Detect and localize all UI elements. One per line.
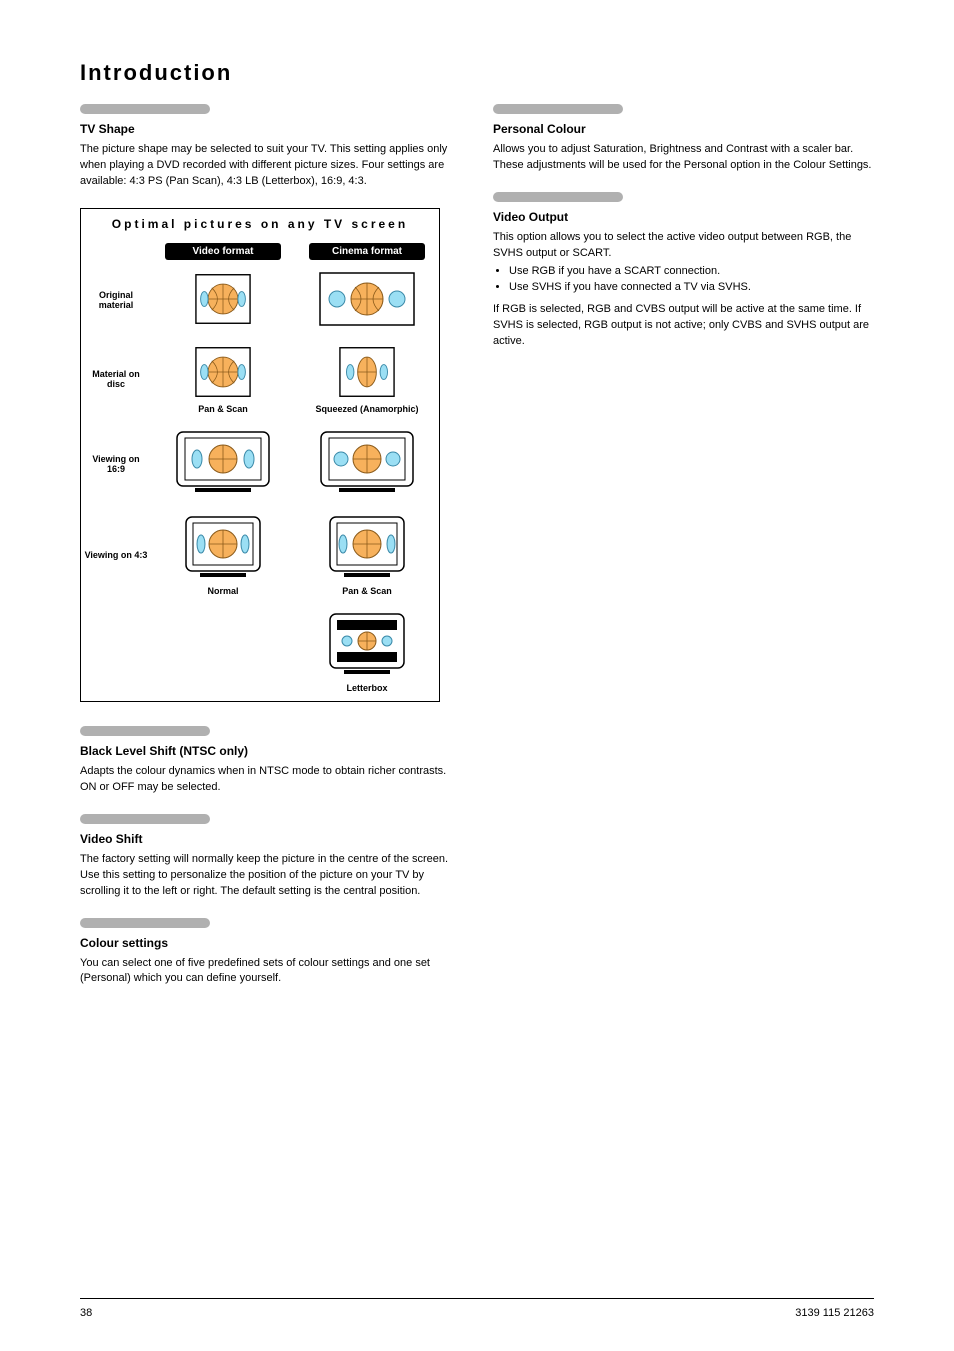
section-bar [80, 814, 210, 824]
cell-43-cinema-letterbox: Letterbox [295, 604, 439, 701]
list-item: Use RGB if you have a SCART connection. [509, 264, 874, 280]
row-label-original: Original material [81, 284, 151, 318]
cell-169-cinema [295, 422, 439, 507]
section-bar [80, 918, 210, 928]
section-bar [493, 104, 623, 114]
section-heading-black-level: Black Level Shift (NTSC only) [80, 744, 461, 758]
col-header-video: Video format [165, 243, 281, 260]
left-column: TV Shape The picture shape may be select… [80, 104, 461, 1005]
page-footer: 38 3139 115 21263 [80, 1298, 874, 1319]
section-heading-video-output: Video Output [493, 210, 874, 224]
page-number: 38 [80, 1307, 92, 1319]
body-text: This option allows you to select the act… [493, 231, 851, 259]
section-body: Adapts the colour dynamics when in NTSC … [80, 764, 461, 796]
caption-squeezed: Squeezed (Anamorphic) [299, 404, 435, 414]
manual-page: Introduction TV Shape The picture shape … [0, 0, 954, 1351]
section-body: You can select one of five predefined se… [80, 956, 461, 988]
diagram-title: Optimal pictures on any TV screen [81, 209, 439, 239]
cell-169-video [151, 422, 295, 507]
section-heading-colour-settings: Colour settings [80, 936, 461, 950]
cell-disc-cinema: Squeezed (Anamorphic) [295, 337, 439, 422]
section-bar [493, 192, 623, 202]
section-body: The factory setting will normally keep t… [80, 852, 461, 900]
caption-panscan: Pan & Scan [155, 404, 291, 414]
section-body: The picture shape may be selected to sui… [80, 142, 461, 190]
section-body: Allows you to adjust Saturation, Brightn… [493, 142, 874, 174]
caption-letterbox: Letterbox [299, 683, 435, 693]
caption-panscan2: Pan & Scan [299, 586, 435, 596]
caption-normal: Normal [155, 586, 291, 596]
video-output-list: Use RGB if you have a SCART connection. … [493, 264, 874, 296]
diagram-optimal-pictures: Optimal pictures on any TV screen Video … [80, 208, 440, 702]
row-label-ondisc: Material on disc [81, 363, 151, 397]
section-body-video-output: This option allows you to select the act… [493, 230, 874, 350]
doc-code: 3139 115 21263 [795, 1307, 874, 1319]
cell-disc-video: Pan & Scan [151, 337, 295, 422]
two-column-layout: TV Shape The picture shape may be select… [80, 104, 874, 1005]
page-title: Introduction [80, 60, 874, 86]
section-heading-tv-shape: TV Shape [80, 122, 461, 136]
section-bar [80, 104, 210, 114]
col-header-cinema: Cinema format [309, 243, 425, 260]
right-column: Personal Colour Allows you to adjust Sat… [493, 104, 874, 1005]
cell-43-video: Normal [151, 507, 295, 604]
cell-original-cinema [295, 264, 439, 337]
body-tail: If RGB is selected, RGB and CVBS output … [493, 302, 874, 350]
section-heading-personal-colour: Personal Colour [493, 122, 874, 136]
diagram-grid: Video format Cinema format Original mate… [81, 239, 439, 701]
row-label-43: Viewing on 4:3 [81, 544, 151, 567]
section-bar [80, 726, 210, 736]
cell-43-cinema-panscan: Pan & Scan [295, 507, 439, 604]
list-item: Use SVHS if you have connected a TV via … [509, 280, 874, 296]
cell-original-video [151, 264, 295, 337]
row-label-169: Viewing on 16:9 [81, 448, 151, 482]
section-heading-video-shift: Video Shift [80, 832, 461, 846]
